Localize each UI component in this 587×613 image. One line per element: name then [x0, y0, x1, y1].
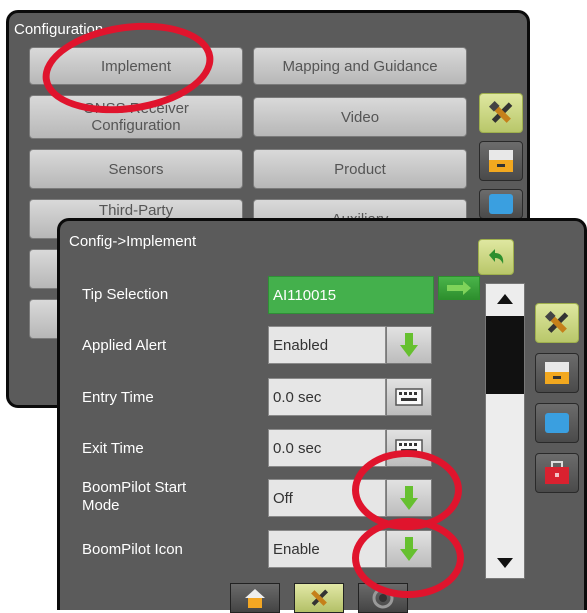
- arrow-right-icon: [447, 281, 471, 295]
- exit-time-label: Exit Time: [82, 440, 144, 457]
- scroll-down-button[interactable]: [486, 548, 524, 578]
- mapping-guidance-button[interactable]: Mapping and Guidance: [253, 47, 467, 85]
- third-party-label: Third-Party: [98, 202, 174, 219]
- keyboard-icon: [395, 388, 423, 406]
- product-button[interactable]: Product: [253, 149, 467, 189]
- tip-selection-field[interactable]: AI110015: [268, 276, 434, 314]
- highlight-ring-boompilot-icon: [352, 518, 464, 598]
- console-tab[interactable]: [479, 141, 523, 181]
- config-tab[interactable]: [479, 93, 523, 133]
- tools-tab[interactable]: [294, 583, 344, 613]
- config-tab[interactable]: [535, 303, 579, 343]
- entry-time-field[interactable]: 0.0 sec: [268, 378, 386, 416]
- back-arrow-icon: [489, 249, 504, 264]
- boompilot-start-mode-label: BoomPilot Start Mode: [82, 479, 187, 514]
- arrow-down-icon: [400, 333, 418, 357]
- tools-icon: [311, 589, 329, 606]
- home-tab[interactable]: [230, 583, 280, 613]
- tools-icon: [488, 100, 513, 123]
- applied-alert-label: Applied Alert: [82, 337, 167, 354]
- console-icon: [489, 150, 513, 172]
- scroll-up-button[interactable]: [486, 284, 524, 314]
- implement-panel: Config->Implement Tip Selection AI110015…: [57, 218, 587, 613]
- entry-time-label: Entry Time: [82, 389, 154, 406]
- console-icon: [545, 362, 569, 384]
- toolbox-icon: [545, 461, 569, 484]
- chevron-down-icon: [497, 558, 513, 568]
- entry-time-keyboard-button[interactable]: [386, 378, 432, 416]
- screen-tab[interactable]: [479, 189, 523, 219]
- tip-selection-label: Tip Selection: [82, 286, 169, 303]
- screen-tab[interactable]: [535, 403, 579, 443]
- boompilot-icon-label: BoomPilot Icon: [82, 541, 183, 558]
- console-tab[interactable]: [535, 353, 579, 393]
- panel-title: Config->Implement: [69, 233, 197, 250]
- tools-icon: [544, 310, 569, 333]
- screen-icon: [489, 194, 513, 214]
- scrollbar[interactable]: [485, 283, 525, 579]
- tip-selection-next-button[interactable]: [438, 276, 480, 300]
- toolbox-tab[interactable]: [535, 453, 579, 493]
- video-button[interactable]: Video: [253, 97, 467, 137]
- applied-alert-field[interactable]: Enabled: [268, 326, 386, 364]
- screen-icon: [545, 413, 569, 433]
- applied-alert-dropdown-button[interactable]: [386, 326, 432, 364]
- back-button[interactable]: [478, 239, 514, 275]
- sensors-button[interactable]: Sensors: [29, 149, 243, 189]
- scroll-thumb[interactable]: [486, 316, 524, 394]
- chevron-up-icon: [497, 294, 513, 304]
- home-icon: [245, 589, 265, 608]
